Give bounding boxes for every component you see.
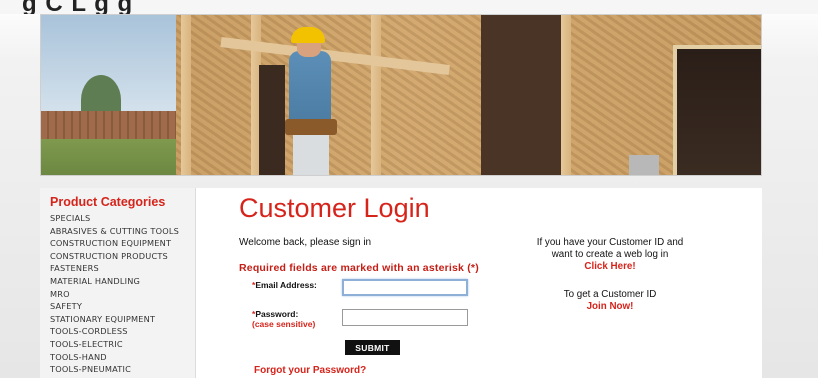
email-label-text: Email Address: <box>255 280 317 290</box>
banner-grass <box>41 139 181 175</box>
sidebar-item-tools-pneumatic[interactable]: TOOLS-PNEUMATIC <box>50 363 195 376</box>
sidebar-item-tools-hand[interactable]: TOOLS-HAND <box>50 351 195 364</box>
required-fields-note: Required fields are marked with an aster… <box>239 262 479 274</box>
banner-stud <box>561 15 571 175</box>
page-title: Customer Login <box>239 193 430 223</box>
get-customer-id-text: To get a Customer ID <box>563 289 657 300</box>
weblog-text-line-2: want to create a web log in <box>551 249 669 260</box>
content-panel: Product Categories SPECIALS ABRASIVES & … <box>40 188 762 378</box>
sidebar-item-construction-equipment[interactable]: CONSTRUCTION EQUIPMENT <box>50 237 195 250</box>
banner-stud <box>181 15 191 175</box>
site-title-fragment: g C L g g <box>22 0 134 14</box>
password-label: *Password: (case sensitive) <box>252 309 315 329</box>
banner-wall-opening <box>259 65 285 175</box>
click-here-link[interactable]: Click Here! <box>510 261 710 273</box>
welcome-text: Welcome back, please sign in <box>239 237 372 248</box>
forgot-password-link[interactable]: Forgot your Password? <box>254 365 366 376</box>
email-label: *Email Address: <box>252 280 317 290</box>
sidebar-heading: Product Categories <box>50 195 166 209</box>
password-case-note: (case sensitive) <box>252 319 316 329</box>
sidebar-item-mro[interactable]: MRO <box>50 288 195 301</box>
join-now-link[interactable]: Join Now! <box>510 301 710 313</box>
sidebar-item-specials[interactable]: SPECIALS <box>50 212 195 225</box>
sidebar-item-fasteners[interactable]: FASTENERS <box>50 262 195 275</box>
submit-button[interactable]: SUBMIT <box>345 340 400 355</box>
sidebar-item-abrasives[interactable]: ABRASIVES & CUTTING TOOLS <box>50 225 195 238</box>
customer-id-info: If you have your Customer ID and want to… <box>510 237 710 313</box>
banner-pipe <box>629 155 659 175</box>
banner-wall-opening <box>481 15 561 175</box>
sidebar-item-tools-cordless[interactable]: TOOLS-CORDLESS <box>50 325 195 338</box>
banner-fence <box>41 111 181 141</box>
password-label-text: Password: <box>255 309 299 319</box>
banner-stud <box>371 15 381 175</box>
email-field[interactable] <box>342 279 468 296</box>
product-categories-sidebar: Product Categories SPECIALS ABRASIVES & … <box>40 188 196 378</box>
weblog-text-line-1: If you have your Customer ID and <box>536 237 684 248</box>
sidebar-item-construction-products[interactable]: CONSTRUCTION PRODUCTS <box>50 250 195 263</box>
hero-banner <box>40 14 762 176</box>
sidebar-item-safety[interactable]: SAFETY <box>50 300 195 313</box>
top-header-strip: g C L g g <box>0 0 818 14</box>
sidebar-item-tools-electric[interactable]: TOOLS-ELECTRIC <box>50 338 195 351</box>
sidebar-item-material-handling[interactable]: MATERIAL HANDLING <box>50 275 195 288</box>
banner-doorway <box>673 45 761 175</box>
banner-tool-belt <box>285 119 337 135</box>
category-list: SPECIALS ABRASIVES & CUTTING TOOLS CONST… <box>50 212 195 376</box>
sidebar-item-stationary-equipment[interactable]: STATIONARY EQUIPMENT <box>50 313 195 326</box>
password-field[interactable] <box>342 309 468 326</box>
hardhat-icon <box>291 27 325 43</box>
